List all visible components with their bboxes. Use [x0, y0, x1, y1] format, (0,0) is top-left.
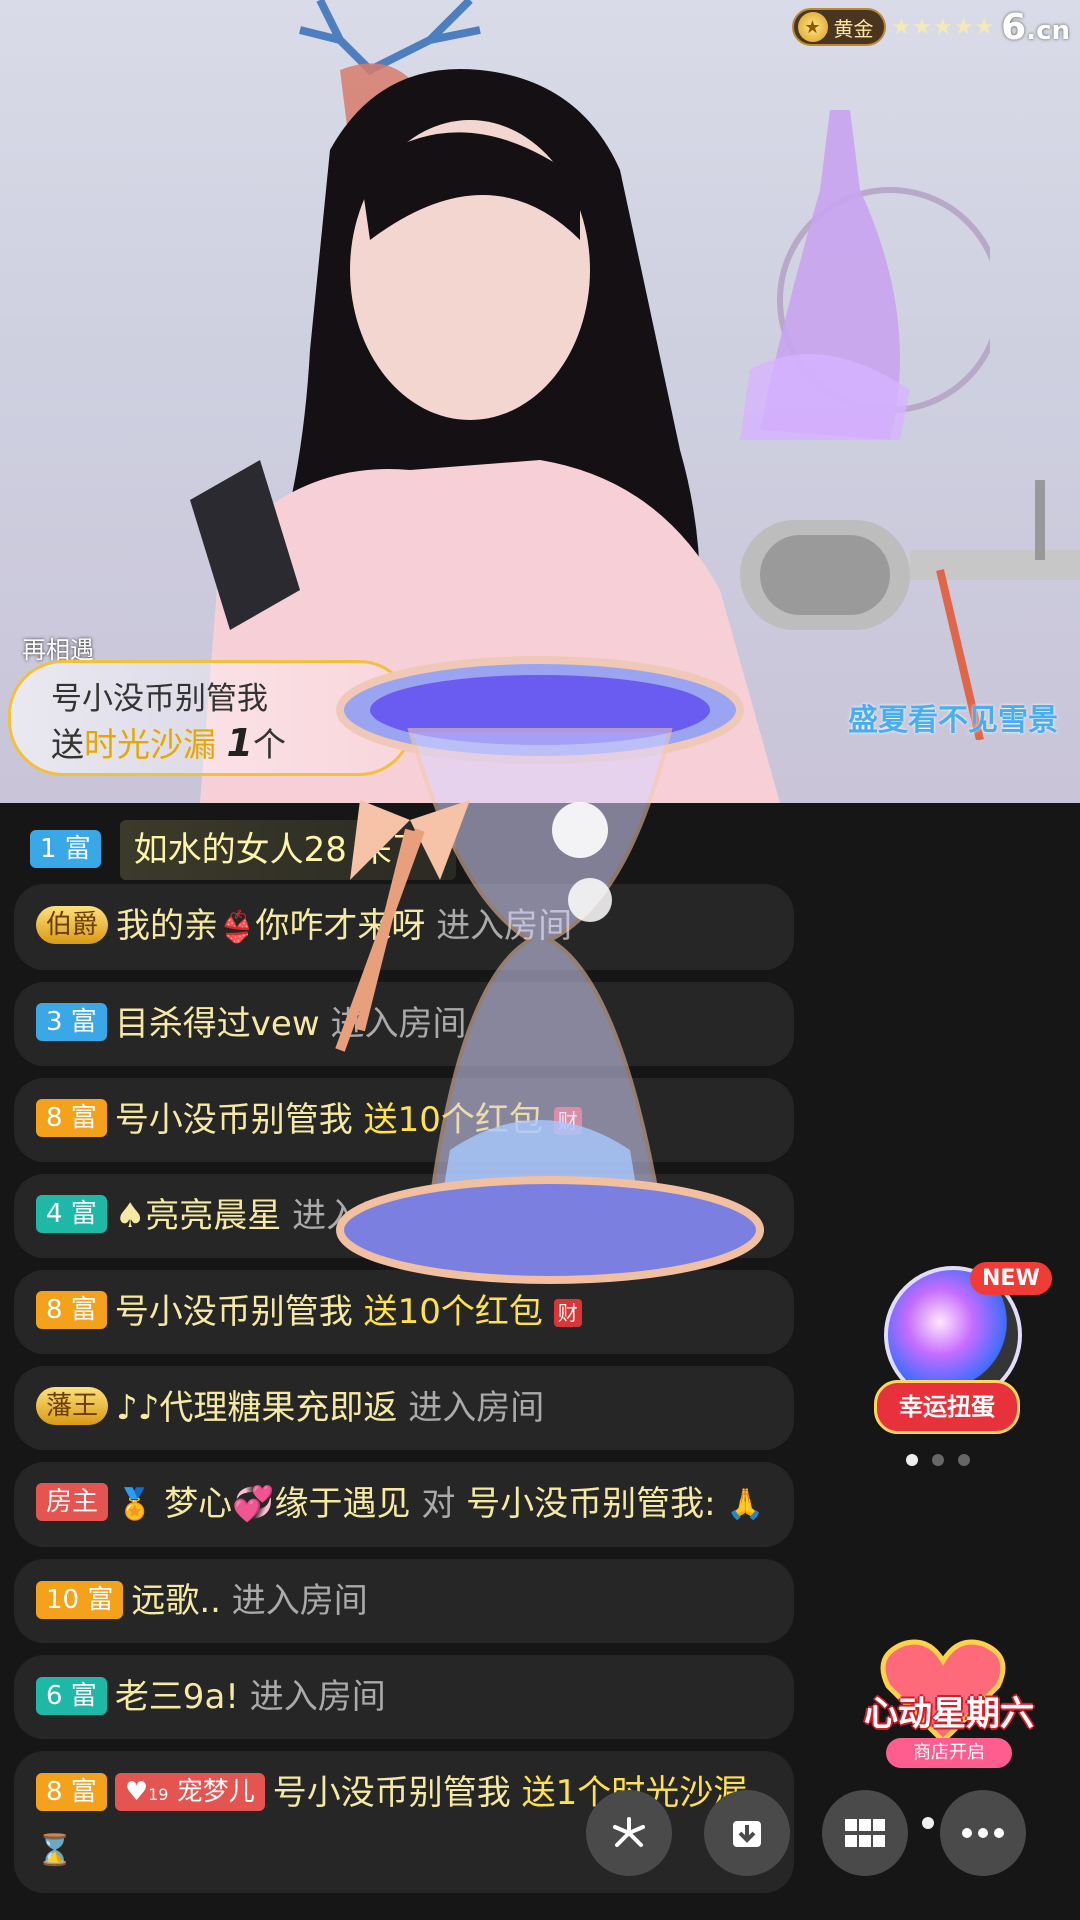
gift-line: 送时光沙漏 1个	[51, 721, 286, 765]
rank-badge[interactable]: ★ 黄金	[791, 8, 886, 46]
room-rank-bar: ★ 黄金 ★★★★★ 6.cn	[791, 6, 1070, 48]
crown-icon: ★	[797, 12, 828, 42]
music-note-icon: ♪♪	[116, 1387, 160, 1428]
user-name[interactable]: 远歌..	[131, 1581, 221, 1621]
wealth-badge: 1 富	[30, 829, 101, 868]
user-name[interactable]: 代理糖果充即返	[159, 1388, 397, 1428]
download-button[interactable]	[704, 1790, 790, 1876]
gift-count: 1	[226, 721, 253, 765]
bikini-icon: 👙	[218, 909, 256, 945]
user-name[interactable]: 号小没币别管我	[273, 1773, 511, 1813]
user-name[interactable]: 老三9a!	[115, 1677, 239, 1717]
chat-list[interactable]: 1 富 如水的女人28 来了 伯爵 我的亲👙你咋才来呀 进入房间 3 富目杀得过v…	[14, 820, 794, 1905]
lucky-gacha-button[interactable]: NEW 幸运扭蛋	[870, 1262, 1052, 1462]
chat-message[interactable]: 3 富目杀得过vew 进入房间	[14, 981, 794, 1066]
song-caption: 盛夏看不见雪景	[848, 703, 1058, 738]
chat-message[interactable]: 房主 🏅 梦心💞缘于遇见 对 号小没币别管我: 🙏	[14, 1461, 794, 1547]
chat-message[interactable]: 8 富号小没币别管我 送10个红包 财	[14, 1077, 794, 1162]
download-icon	[733, 1821, 761, 1847]
enter-notice-text: 如水的女人28 来了	[119, 820, 456, 880]
new-badge: NEW	[970, 1262, 1052, 1295]
carousel-dot	[906, 1454, 918, 1466]
share-button[interactable]	[586, 1790, 672, 1876]
more-button[interactable]	[940, 1790, 1026, 1876]
menu-grid-button[interactable]	[822, 1790, 908, 1876]
user-name[interactable]: 号小没币别管我	[115, 1100, 353, 1140]
share-icon	[613, 1817, 645, 1847]
user-name[interactable]: 亮亮晨星	[145, 1196, 281, 1236]
user-name[interactable]: 我的亲	[116, 906, 218, 946]
wealth-badge: 8 富	[36, 1099, 107, 1137]
spade-icon: ♠	[114, 1195, 146, 1236]
chat-message[interactable]: 4 富 ♠亮亮晨星 进入房间	[14, 1173, 794, 1258]
promo-subtitle: 商店开启	[886, 1738, 1012, 1768]
carousel-dots	[906, 1454, 970, 1466]
gacha-label: 幸运扭蛋	[874, 1380, 1020, 1434]
promo-title: 心动星期六	[864, 1694, 1034, 1734]
wealth-badge: 8 富	[36, 1772, 107, 1811]
rating-stars: ★★★★★	[891, 14, 996, 40]
noble-badge: 藩王	[36, 1387, 109, 1425]
crown-icon: 🏅	[116, 1487, 154, 1522]
chat-message[interactable]: 8 富号小没币别管我 送10个红包 财	[14, 1269, 794, 1354]
chat-message[interactable]: 6 富老三9a! 进入房间	[14, 1655, 794, 1739]
wealth-badge: 10 富	[36, 1580, 124, 1619]
page-dot	[922, 1817, 934, 1829]
more-icon	[962, 1828, 1004, 1838]
gift-name: 时光沙漏	[84, 725, 216, 764]
wealth-badge: 6 富	[36, 1676, 107, 1715]
pet-badge: ♥19 宠梦儿	[114, 1772, 265, 1811]
carousel-dot	[932, 1454, 944, 1466]
red-envelope-tag: 财	[553, 1299, 582, 1327]
wealth-badge: 4 富	[36, 1195, 107, 1233]
chat-message[interactable]: 10 富远歌.. 进入房间	[14, 1559, 794, 1643]
gift-sender: 号小没币别管我	[51, 681, 268, 717]
pray-icon: 🙏	[726, 1487, 764, 1522]
live-video[interactable]: ★ 黄金 ★★★★★ 6.cn 再相遇 盛夏看不见雪景 号小没币别管我 送时光沙…	[0, 0, 1080, 803]
enter-notice: 1 富 如水的女人28 来了	[14, 820, 794, 880]
wealth-badge: 8 富	[36, 1291, 107, 1329]
rank-label: 黄金	[833, 16, 874, 41]
pet-level: 19	[148, 1784, 169, 1804]
gift-banner: 号小没币别管我 送时光沙漏 1个	[8, 660, 414, 776]
wealth-badge: 3 富	[36, 1003, 107, 1041]
noble-badge: 伯爵	[36, 905, 109, 944]
user-name[interactable]: 杀得过vew	[149, 1004, 320, 1044]
site-logo: 6.cn	[1001, 6, 1070, 48]
user-name[interactable]: 梦心💞缘于遇见	[164, 1484, 410, 1524]
host-badge: 房主	[36, 1483, 109, 1521]
carousel-dot	[958, 1454, 970, 1466]
hourglass-icon: ⌛	[36, 1832, 74, 1868]
user-name[interactable]: 号小没币别管我	[115, 1292, 353, 1332]
chat-message[interactable]: 伯爵 我的亲👙你咋才来呀 进入房间	[14, 884, 794, 970]
heart-saturday-promo[interactable]: 心动星期六 商店开启	[838, 1636, 1058, 1786]
chat-message[interactable]: 8 富♥19 宠梦儿号小没币别管我 送1个时光沙漏 ⌛	[14, 1751, 794, 1893]
red-envelope-tag: 财	[553, 1107, 582, 1135]
grid-icon	[845, 1819, 885, 1847]
chat-message[interactable]: 藩王 ♪♪代理糖果充即返 进入房间	[14, 1365, 794, 1450]
